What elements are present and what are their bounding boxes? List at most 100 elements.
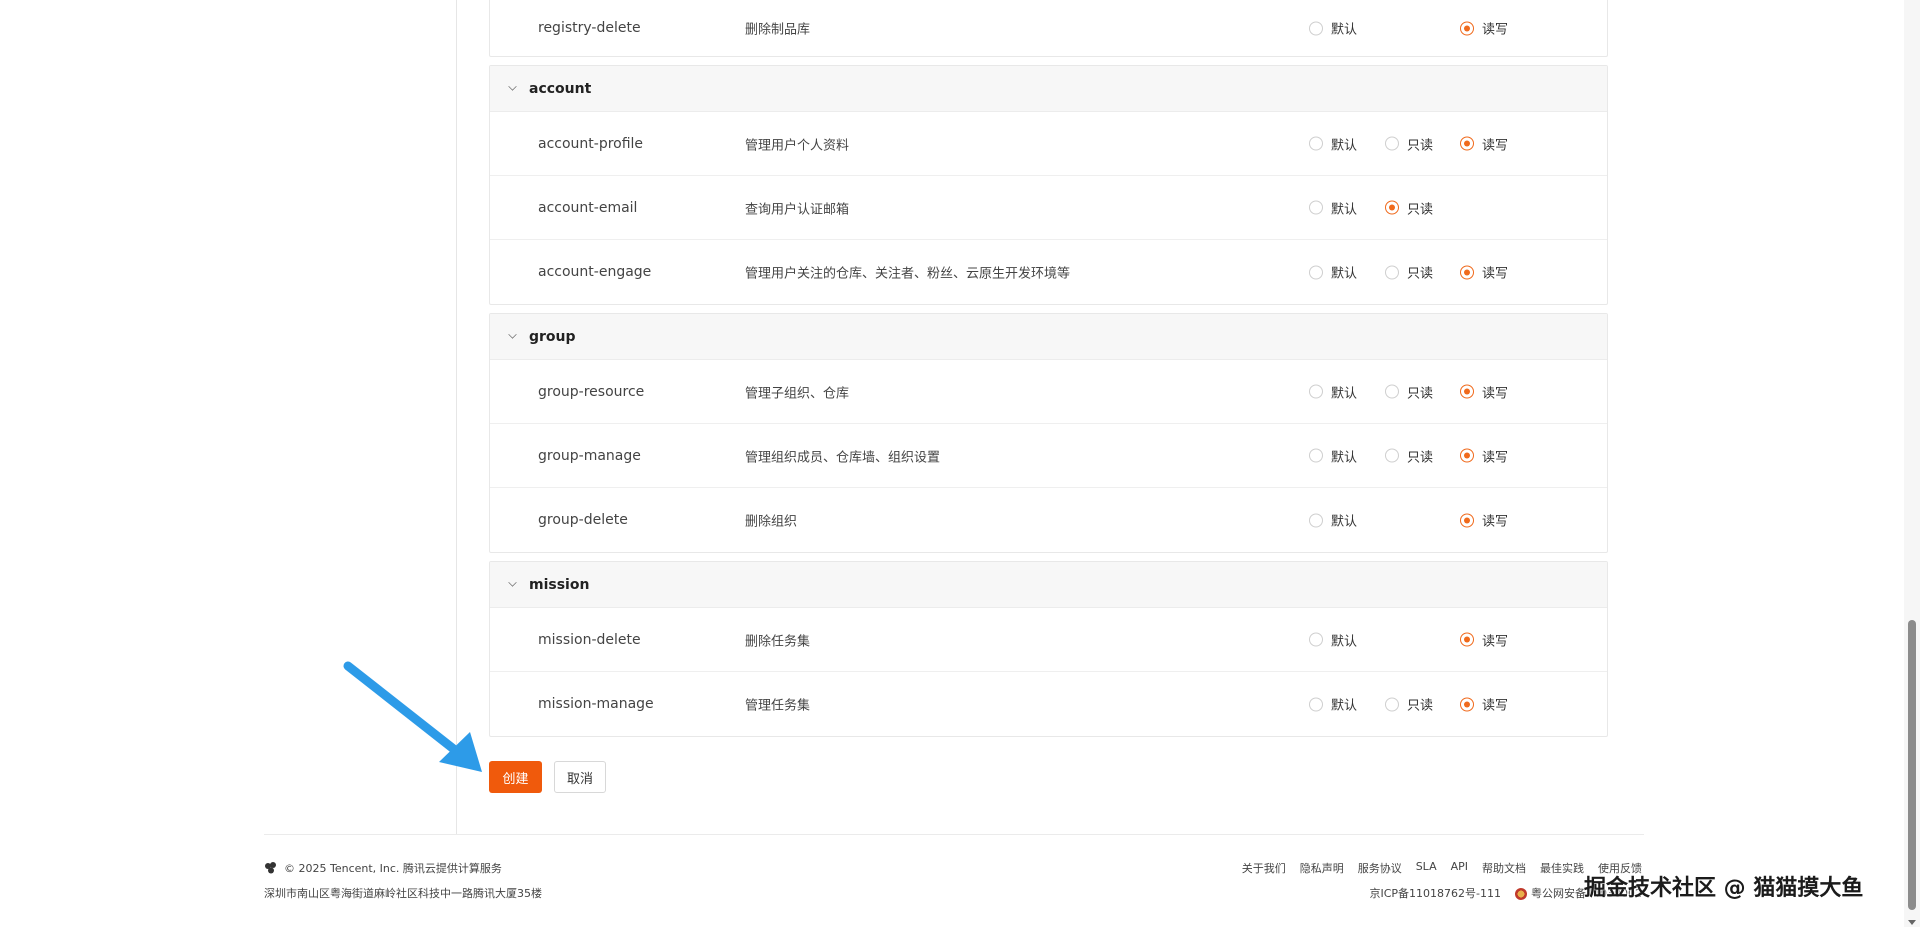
permission-description: 删除任务集	[745, 634, 811, 649]
radio-unchecked-icon[interactable]	[1309, 136, 1323, 151]
radio-unchecked-icon[interactable]	[1385, 448, 1399, 463]
permission-list: registry-delete 删除制品库 默认 读写 account account-p…	[489, 0, 1608, 745]
radio-write[interactable]: 读写	[1460, 511, 1508, 530]
permission-description: 管理任务集	[745, 698, 811, 714]
radio-unchecked-icon[interactable]	[1385, 265, 1399, 279]
page: registry-delete 删除制品库 默认 读写 account account-p…	[0, 0, 1920, 927]
radio-write[interactable]: 读写	[1460, 446, 1508, 465]
permission-group-mission: mission mission-delete 删除任务集 默认 读写 mission-ma…	[489, 561, 1608, 737]
radio-unchecked-icon[interactable]	[1309, 265, 1323, 279]
radio-unchecked-icon[interactable]	[1385, 697, 1399, 711]
cancel-button[interactable]: 取消	[554, 761, 606, 793]
radio-write[interactable]: 读写	[1460, 134, 1508, 153]
tencent-cloud-logo-icon	[265, 862, 276, 874]
permission-name: account-profile	[538, 135, 644, 152]
radio-default[interactable]: 默认	[1309, 263, 1357, 282]
group-title: mission	[529, 576, 590, 593]
sidebar-divider	[456, 0, 457, 834]
radio-label: 读写	[1482, 266, 1509, 282]
group-header-mission[interactable]: mission	[490, 562, 1607, 608]
radio-label: 默认	[1331, 386, 1358, 401]
radio-label: 读写	[1482, 22, 1509, 38]
radio-checked-icon[interactable]	[1460, 136, 1474, 151]
radio-default[interactable]: 默认	[1309, 446, 1357, 465]
footer-link[interactable]: 隐私声明	[1300, 860, 1344, 876]
permission-name: group-resource	[538, 383, 645, 400]
scrollbar-thumb[interactable]	[1908, 620, 1916, 910]
group-header-account[interactable]: account	[490, 66, 1607, 112]
radio-checked-icon[interactable]	[1460, 632, 1474, 647]
radio-default[interactable]: 默认	[1309, 630, 1357, 649]
footer-link[interactable]: API	[1451, 860, 1468, 876]
footer-links: 关于我们 隐私声明 服务协议 SLA API 帮助文档 最佳实践 使用反馈	[1242, 860, 1642, 876]
radio-write[interactable]: 读写	[1460, 263, 1508, 282]
chevron-down-icon[interactable]	[508, 330, 517, 339]
permission-row: registry-delete 删除制品库 默认 读写	[490, 0, 1607, 56]
permission-row: group-manage 管理组织成员、仓库墙、组织设置 默认 只读 读写	[490, 424, 1607, 488]
group-title: group	[529, 328, 576, 345]
radio-default[interactable]: 默认	[1309, 19, 1357, 38]
footer-divider	[264, 834, 1644, 835]
permission-group-card: registry-delete 删除制品库 默认 读写	[489, 0, 1608, 57]
radio-checked-icon[interactable]	[1460, 21, 1474, 35]
radio-read[interactable]: 只读	[1385, 198, 1433, 217]
radio-unchecked-icon[interactable]	[1309, 513, 1323, 527]
footer-link[interactable]: 服务协议	[1358, 860, 1402, 876]
radio-read[interactable]: 只读	[1385, 263, 1433, 282]
radio-default[interactable]: 默认	[1309, 134, 1357, 153]
permission-row: mission-delete 删除任务集 默认 读写	[490, 608, 1607, 672]
footer-link[interactable]: 最佳实践	[1540, 860, 1584, 876]
permission-name: mission-delete	[538, 631, 641, 648]
radio-write[interactable]: 读写	[1460, 382, 1508, 401]
radio-label: 读写	[1482, 698, 1509, 714]
radio-write[interactable]: 读写	[1460, 695, 1508, 714]
create-button[interactable]: 创建	[489, 761, 542, 793]
radio-label: 默认	[1331, 514, 1358, 530]
permission-row: account-email 查询用户认证邮箱 默认 只读	[490, 176, 1607, 240]
footer-address: 深圳市南山区粤海街道麻岭社区科技中一路腾讯大厦35楼	[264, 887, 542, 900]
radio-unchecked-icon[interactable]	[1309, 632, 1323, 647]
radio-unchecked-icon[interactable]	[1309, 384, 1323, 399]
radio-read[interactable]: 只读	[1385, 134, 1433, 153]
page-scrollbar[interactable]	[1904, 0, 1920, 927]
group-header-group[interactable]: group	[490, 314, 1607, 360]
footer-copyright: © 2025 Tencent, Inc. 腾讯云提供计算服务	[284, 862, 502, 875]
group-title: account	[529, 80, 592, 97]
radio-default[interactable]: 默认	[1309, 382, 1357, 401]
radio-label: 读写	[1482, 386, 1509, 401]
scroll-down-icon[interactable]	[1908, 920, 1916, 925]
radio-default[interactable]: 默认	[1309, 511, 1357, 530]
radio-checked-icon[interactable]	[1460, 384, 1474, 399]
radio-unchecked-icon[interactable]	[1385, 384, 1399, 399]
radio-checked-icon[interactable]	[1460, 265, 1474, 279]
radio-default[interactable]: 默认	[1309, 198, 1357, 217]
radio-unchecked-icon[interactable]	[1309, 448, 1323, 463]
footer-link[interactable]: 帮助文档	[1482, 860, 1526, 876]
radio-checked-icon[interactable]	[1460, 448, 1474, 463]
icp-record[interactable]: 京ICP备11018762号-111	[1369, 885, 1501, 901]
radio-unchecked-icon[interactable]	[1309, 21, 1323, 35]
radio-label: 默认	[1331, 202, 1358, 217]
footer-link[interactable]: 关于我们	[1242, 860, 1286, 876]
radio-write[interactable]: 读写	[1460, 19, 1508, 38]
permission-row: account-profile 管理用户个人资料 默认 只读 读写	[490, 112, 1607, 176]
radio-checked-icon[interactable]	[1460, 697, 1474, 711]
radio-unchecked-icon[interactable]	[1385, 136, 1399, 151]
radio-label: 默认	[1331, 634, 1358, 649]
permission-description: 管理子组织、仓库	[745, 386, 850, 401]
footer-link[interactable]: SLA	[1416, 860, 1437, 876]
radio-write[interactable]: 读写	[1460, 630, 1508, 649]
radio-unchecked-icon[interactable]	[1309, 697, 1323, 711]
radio-default[interactable]: 默认	[1309, 695, 1357, 714]
chevron-down-icon[interactable]	[508, 82, 517, 91]
radio-checked-icon[interactable]	[1385, 200, 1399, 215]
radio-read[interactable]: 只读	[1385, 446, 1433, 465]
radio-read[interactable]: 只读	[1385, 695, 1433, 714]
radio-checked-icon[interactable]	[1460, 513, 1474, 527]
permission-description: 管理组织成员、仓库墙、组织设置	[745, 450, 941, 465]
permission-name: group-delete	[538, 512, 628, 528]
radio-label: 读写	[1482, 514, 1509, 530]
radio-read[interactable]: 只读	[1385, 382, 1433, 401]
chevron-down-icon[interactable]	[508, 578, 517, 587]
radio-unchecked-icon[interactable]	[1309, 200, 1323, 215]
